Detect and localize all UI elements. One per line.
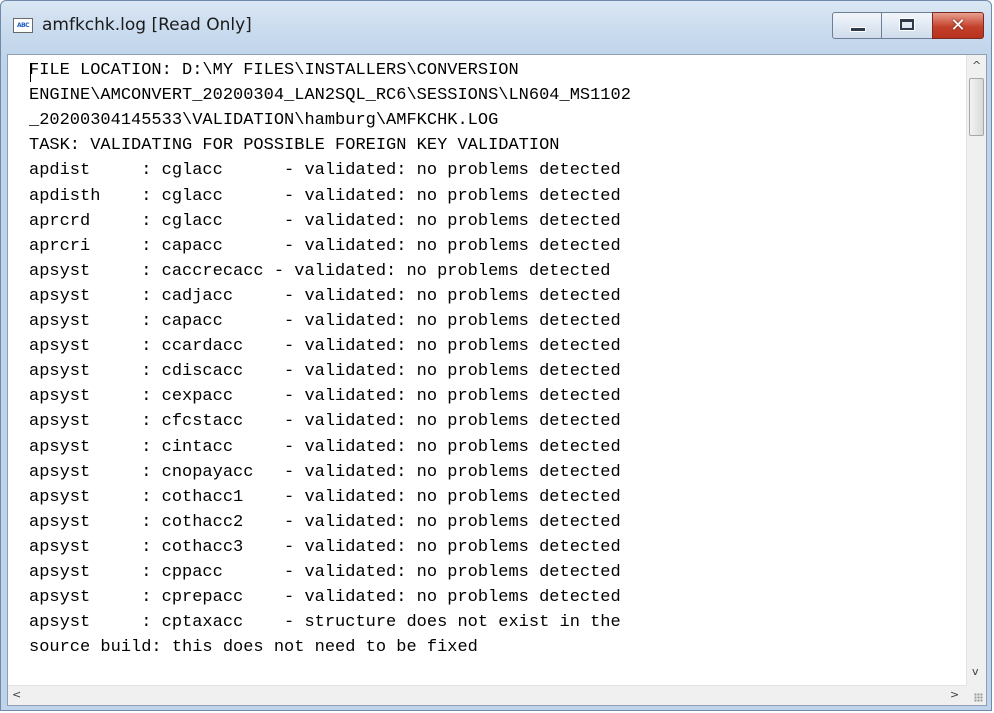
window-title: amfkchk.log [Read Only] (42, 15, 252, 35)
log-line: aprcri : capacc - validated: no problems… (29, 236, 621, 256)
log-line: apsyst : capacc - validated: no problems… (29, 312, 621, 331)
log-line: apdisth : cglacc - validated: no problem… (29, 186, 621, 206)
text-file-icon: ABC (13, 18, 33, 33)
log-line: apsyst : cadjacc - validated: no problem… (29, 286, 621, 306)
log-line: apsyst : cothacc3 - validated: no proble… (29, 537, 621, 557)
scroll-up-arrow-icon[interactable]: ^ (972, 59, 981, 72)
log-line: apsyst : cnopayacc - validated: no probl… (29, 462, 621, 482)
text-view: FILE LOCATION: D:\MY FILES\INSTALLERS\CO… (7, 54, 987, 706)
log-line: FILE LOCATION: D:\MY FILES\INSTALLERS\CO… (29, 61, 519, 80)
resize-grip-icon (974, 693, 983, 702)
log-line: aprcrd : cglacc - validated: no problems… (29, 211, 621, 231)
log-line: apsyst : cintacc - validated: no problem… (29, 437, 621, 457)
log-line: ENGINE\AMCONVERT_20200304_LAN2SQL_RC6\SE… (29, 86, 631, 106)
log-line: apsyst : ccardacc - validated: no proble… (29, 337, 621, 357)
scroll-right-arrow-icon[interactable]: > (950, 688, 959, 701)
close-button[interactable]: ✕ (932, 12, 984, 39)
log-line: apsyst : cothacc1 - validated: no proble… (29, 487, 621, 507)
log-line: apsyst : cothacc2 - validated: no proble… (29, 512, 621, 532)
log-text-area[interactable]: FILE LOCATION: D:\MY FILES\INSTALLERS\CO… (8, 55, 966, 685)
scroll-down-arrow-icon[interactable]: v (972, 665, 979, 678)
horizontal-scrollbar[interactable]: < > (8, 685, 966, 705)
minimize-icon (851, 28, 865, 31)
log-line: apsyst : cdiscacc - validated: no proble… (29, 362, 621, 382)
log-line: _20200304145533\VALIDATION\hamburg\AMFKC… (29, 111, 499, 131)
title-bar[interactable]: ABC amfkchk.log [Read Only] ✕ (1, 1, 991, 51)
log-line: apdist : cglacc - validated: no problems… (29, 161, 621, 181)
vertical-scrollbar[interactable]: ^ v (966, 55, 986, 685)
log-line: apsyst : cppacc - validated: no problems… (29, 563, 621, 582)
log-line: apsyst : cexpacc - validated: no problem… (29, 387, 621, 407)
log-line: apsyst : caccrecacc - validated: no prob… (29, 261, 611, 281)
log-line: apsyst : cprepacc - validated: no proble… (29, 588, 621, 608)
log-line: apsyst : cfcstacc - validated: no proble… (29, 412, 621, 432)
maximize-button[interactable] (881, 12, 933, 39)
scroll-left-arrow-icon[interactable]: < (12, 688, 21, 701)
vertical-scroll-thumb[interactable] (969, 78, 984, 136)
log-line: source build: this does not need to be f… (29, 638, 478, 658)
log-line: apsyst : cptaxacc - structure does not e… (29, 613, 621, 633)
minimize-button[interactable] (832, 12, 882, 39)
log-line: TASK: VALIDATING FOR POSSIBLE FOREIGN KE… (29, 136, 560, 156)
size-grip[interactable] (966, 685, 986, 705)
maximize-icon (900, 19, 914, 30)
log-viewer-window: ABC amfkchk.log [Read Only] ✕ FILE LOCAT… (0, 0, 992, 711)
close-icon: ✕ (950, 15, 966, 36)
